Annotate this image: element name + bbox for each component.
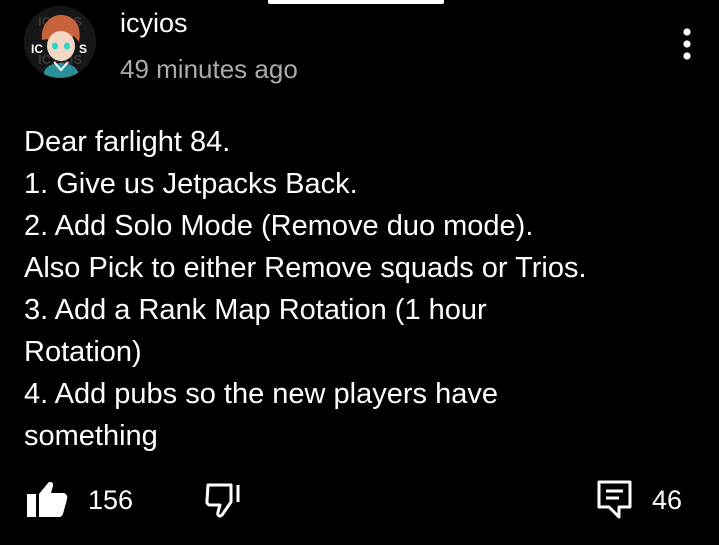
svg-text:S: S [79, 42, 87, 56]
thumbs-down-outline-icon [205, 483, 240, 518]
thumbs-up-filled-icon [27, 482, 68, 517]
svg-text:IC: IC [31, 42, 43, 56]
more-vertical-icon [683, 28, 691, 60]
comment-line: something [24, 420, 158, 452]
comment-line: Also Pick to either Remove squads or Tri… [24, 252, 587, 284]
comment-line: 4. Add pubs so the new players have [24, 378, 498, 410]
comment-line: 2. Add Solo Mode (Remove duo mode). [24, 210, 534, 242]
comment-action-bar: 156 46 [0, 476, 719, 524]
top-indicator-bar [268, 0, 444, 4]
comment-timestamp: 49 minutes ago [120, 54, 298, 84]
reply-count: 46 [652, 485, 683, 515]
comment-line: 1. Give us Jetpacks Back. [24, 168, 358, 200]
avatar-image: ICYIOS ICYIOS IC S [24, 6, 96, 78]
comment-author[interactable]: icyios [120, 7, 188, 39]
like-count: 156 [88, 485, 134, 515]
comment-reply-icon [597, 480, 632, 519]
reply-button[interactable] [597, 480, 633, 520]
comment-text: Dear farlight 84. 1. Give us Jetpacks Ba… [24, 121, 694, 457]
comment-line: 3. Add a Rank Map Rotation (1 hour [24, 294, 487, 326]
dislike-button[interactable] [205, 482, 243, 518]
comment-line: Dear farlight 84. [24, 126, 231, 158]
avatar[interactable]: ICYIOS ICYIOS IC S [24, 6, 96, 78]
more-options-button[interactable] [672, 26, 702, 62]
like-button[interactable] [26, 480, 68, 518]
comment-line: Rotation) [24, 336, 142, 368]
